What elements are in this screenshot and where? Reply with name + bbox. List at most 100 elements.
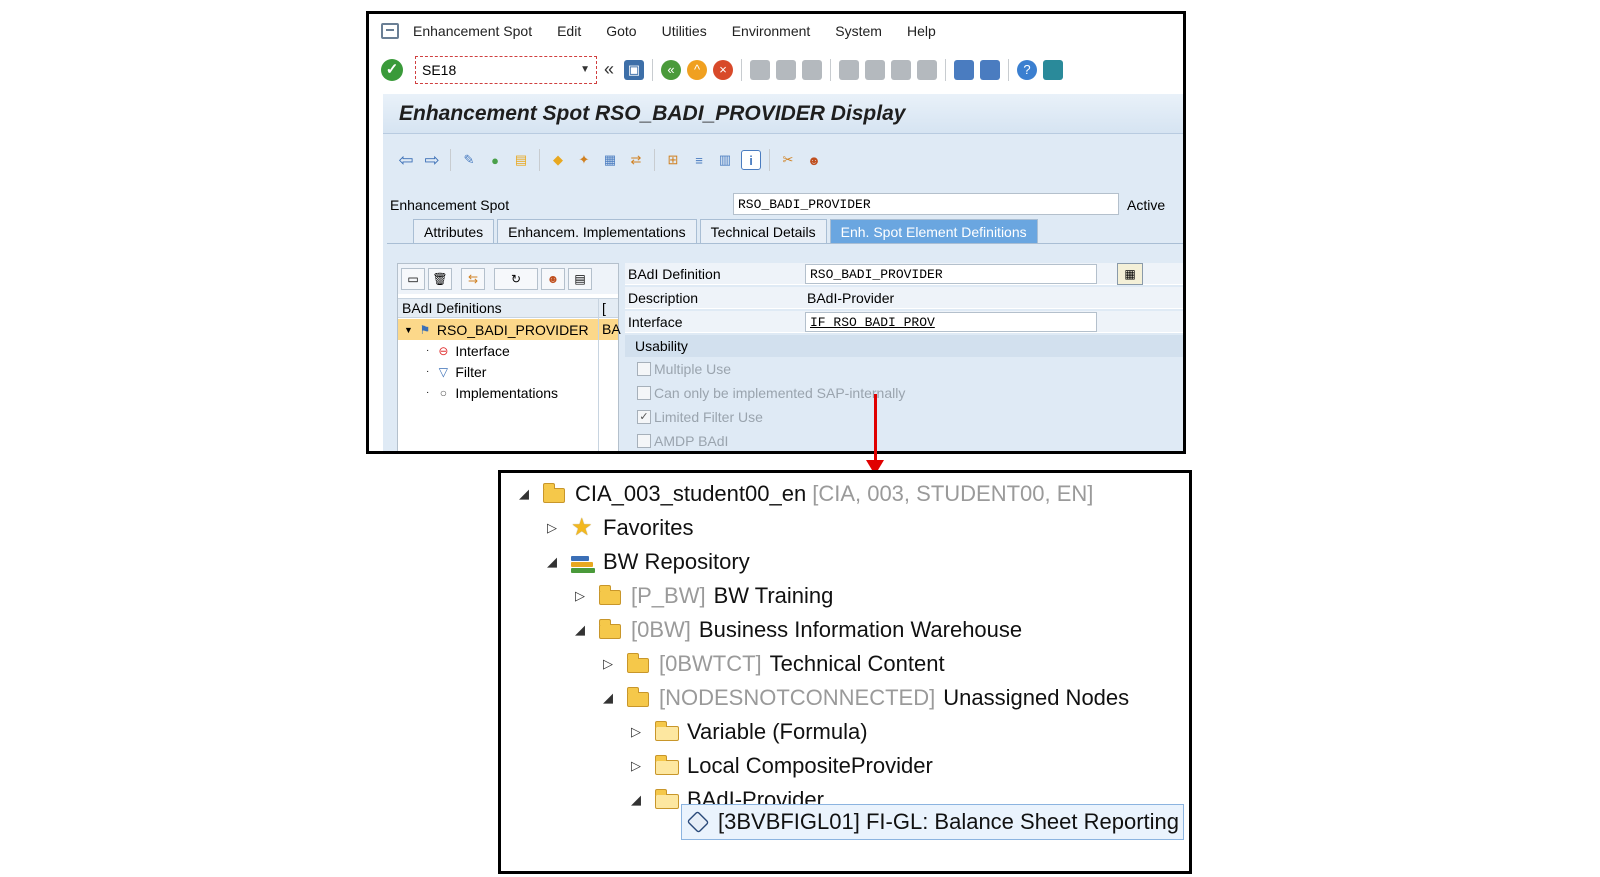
provider-cube-icon — [686, 810, 710, 834]
tree-node-root[interactable]: ▼ ⚑ RSO_BADI_PROVIDER BA — [398, 319, 621, 340]
users-icon[interactable]: ☻ — [541, 268, 565, 290]
toolbar-separator — [652, 58, 653, 81]
menu-edit[interactable]: Edit — [557, 23, 581, 39]
interface-field[interactable]: IF_RSO_BADI_PROV — [805, 312, 1097, 332]
command-field-value[interactable]: SE18 — [422, 62, 580, 78]
users-icon[interactable]: ☻ — [804, 150, 824, 170]
enter-check-icon[interactable]: ✓ — [381, 58, 403, 81]
checkbox-limited-filter-use[interactable]: ✓ Limited Filter Use — [637, 407, 763, 427]
find-icon[interactable] — [776, 59, 796, 80]
delete-icon[interactable]: 🗑 — [428, 268, 452, 290]
list-icon[interactable]: ≡ — [689, 150, 709, 170]
layout-menu-icon[interactable] — [1043, 59, 1063, 80]
enhancement-spot-field[interactable]: RSO_BADI_PROVIDER — [733, 193, 1119, 215]
shortcut-icon[interactable] — [980, 59, 1000, 80]
checkbox-amdp-badi[interactable]: AMDP BAdI — [637, 431, 728, 451]
tree-node-0bwtct[interactable]: ▷ [0BWTCT] Technical Content — [597, 647, 945, 681]
tree-node-interface[interactable]: · ⊖ Interface — [398, 340, 618, 361]
info-icon[interactable]: i — [741, 150, 761, 170]
next-page-icon[interactable] — [891, 59, 911, 80]
tree-node-local-compositeprovider[interactable]: ▷ Local CompositeProvider — [625, 749, 933, 783]
print-icon[interactable] — [750, 59, 770, 80]
expand-icon[interactable]: ▷ — [569, 588, 591, 604]
favorites-label: Favorites — [603, 515, 694, 540]
find-next-icon[interactable] — [802, 59, 822, 80]
back-icon[interactable]: « — [661, 59, 681, 80]
expand-icon[interactable]: ▷ — [597, 656, 619, 672]
chevron-down-icon[interactable]: ▼ — [580, 64, 590, 75]
tree-node-0bw[interactable]: ◢ [0BW] Business Information Warehouse — [569, 613, 1022, 647]
exit-icon[interactable]: ^ — [687, 59, 707, 80]
collapse-icon[interactable]: ◢ — [513, 486, 535, 502]
tree-rows: ▼ ⚑ RSO_BADI_PROVIDER BA · ⊖ Interface ·… — [398, 319, 621, 403]
expand-icon[interactable]: ▼ — [404, 325, 413, 335]
checkbox-sap-internal[interactable]: Can only be implemented SAP-internally — [637, 383, 905, 403]
previous-page-icon[interactable] — [865, 59, 885, 80]
tab-enh-spot-element-definitions[interactable]: Enh. Spot Element Definitions — [829, 219, 1038, 243]
checkbox[interactable] — [637, 434, 651, 448]
hierarchy-icon[interactable]: ⊞ — [663, 150, 683, 170]
create-element-icon[interactable]: ↻ — [494, 268, 538, 290]
collapse-icon[interactable]: ◢ — [625, 792, 647, 808]
checkbox[interactable] — [637, 362, 651, 376]
back-arrow-icon[interactable]: ⇦ — [396, 150, 416, 170]
move-icon[interactable]: ⇆ — [461, 268, 485, 290]
usability-header: Usability — [625, 335, 1183, 357]
tree-node-filter[interactable]: · ▽ Filter — [398, 361, 618, 382]
expand-icon[interactable]: ▷ — [625, 724, 647, 740]
menu-utilities[interactable]: Utilities — [662, 23, 707, 39]
first-page-icon[interactable] — [839, 59, 859, 80]
command-field[interactable]: SE18 ▼ — [415, 55, 597, 84]
where-used-icon[interactable]: ▦ — [600, 150, 620, 170]
menu-goto[interactable]: Goto — [606, 23, 636, 39]
display-change-icon[interactable]: ✎ — [459, 150, 479, 170]
checkbox-checked[interactable]: ✓ — [637, 410, 651, 424]
collapse-icon[interactable]: ◢ — [597, 690, 619, 706]
check-icon[interactable]: ▤ — [511, 150, 531, 170]
checkbox-multiple-use[interactable]: Multiple Use — [637, 359, 731, 379]
tree-node-project[interactable]: ◢ CIA_003_student00_en [CIA, 003, STUDEN… — [513, 477, 1093, 511]
menu-enhancement-spot[interactable]: Enhancement Spot — [413, 23, 532, 39]
tree-node-selected-provider[interactable]: [3BVBFIGL01] FI-GL: Balance Sheet Report… — [681, 804, 1185, 840]
create-session-icon[interactable] — [954, 59, 974, 80]
badi-definition-field[interactable]: RSO_BADI_PROVIDER — [805, 264, 1097, 284]
tree-node-bw-repository[interactable]: ◢ BW Repository — [541, 545, 750, 579]
menu-environment[interactable]: Environment — [732, 23, 811, 39]
tools-icon[interactable]: ✂ — [778, 150, 798, 170]
collapse-icon[interactable]: ◢ — [569, 622, 591, 638]
tab-enhancement-implementations[interactable]: Enhancem. Implementations — [497, 219, 697, 243]
last-page-icon[interactable] — [917, 59, 937, 80]
new-document-icon[interactable]: ▭ — [401, 268, 425, 290]
cancel-icon[interactable]: × — [713, 59, 733, 80]
tree-node-implementations[interactable]: · ○ Implementations — [398, 382, 618, 403]
bullet-icon: · — [426, 366, 430, 377]
tree-node-p-bw[interactable]: ▷ [P_BW] BW Training — [569, 579, 833, 613]
transport-icon[interactable]: ⇄ — [626, 150, 646, 170]
system-toolbar: ✓ SE18 ▼ « ▣ « ^ × ? — [369, 47, 1183, 92]
forward-arrow-icon[interactable]: ⇨ — [422, 150, 442, 170]
collapse-icon[interactable]: ◢ — [541, 554, 563, 570]
expand-icon[interactable]: ▷ — [541, 520, 563, 536]
tab-technical-details[interactable]: Technical Details — [699, 219, 827, 243]
checkbox-label: AMDP BAdI — [654, 433, 729, 449]
tree-node-variable[interactable]: ▷ Variable (Formula) — [625, 715, 868, 749]
tab-attributes[interactable]: Attributes — [413, 219, 495, 243]
help-icon[interactable]: ? — [1017, 59, 1037, 80]
menu-options-icon[interactable] — [381, 22, 399, 39]
table-icon[interactable]: ▥ — [715, 150, 735, 170]
tree-node-nodesnotconnected[interactable]: ◢ [NODESNOTCONNECTED] Unassigned Nodes — [597, 681, 1129, 715]
menu-system[interactable]: System — [835, 23, 882, 39]
tree-node-favorites[interactable]: ▷ ★ Favorites — [541, 511, 693, 545]
magic-wand-icon[interactable]: ✦ — [574, 150, 594, 170]
tree-node-root-col2: BA — [598, 319, 621, 340]
double-left-arrow-icon[interactable]: « — [600, 59, 618, 80]
activate-icon[interactable]: ◆ — [548, 150, 568, 170]
save-icon[interactable]: ▣ — [624, 59, 644, 80]
expand-icon[interactable]: ▷ — [625, 758, 647, 774]
checkbox[interactable] — [637, 386, 651, 400]
grid-icon[interactable]: ▦ — [1117, 263, 1143, 285]
menu-help[interactable]: Help — [907, 23, 936, 39]
other-object-icon[interactable]: ● — [485, 150, 505, 170]
document-icon[interactable]: ▤ — [568, 268, 592, 290]
implementations-icon: ○ — [439, 385, 447, 400]
